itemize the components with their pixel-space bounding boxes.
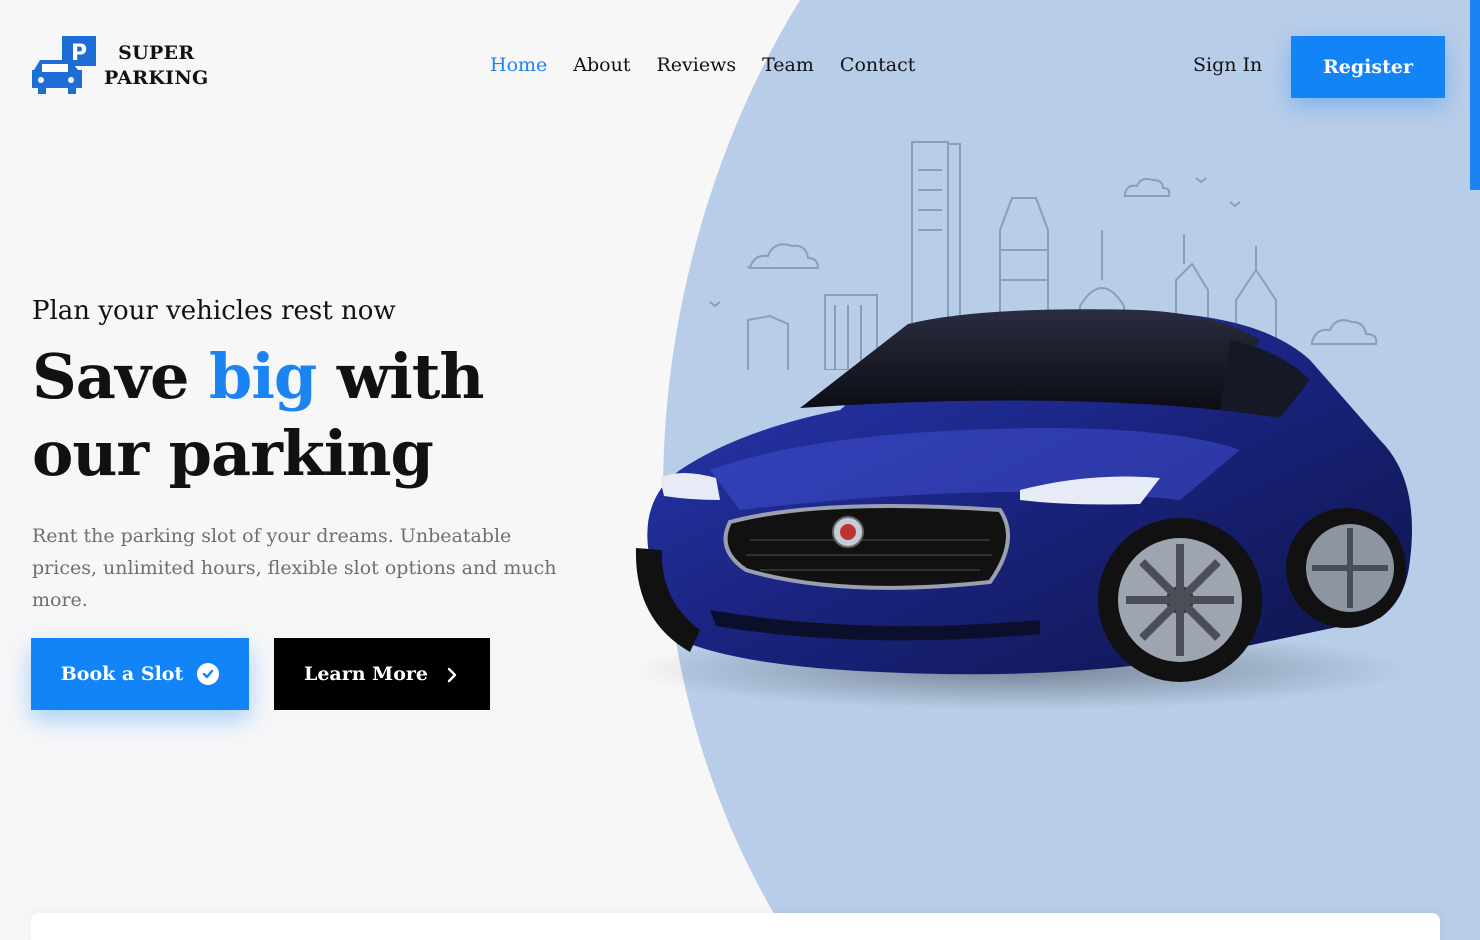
- book-slot-button[interactable]: Book a Slot: [31, 638, 249, 710]
- car-image: [630, 309, 1412, 710]
- nav-contact[interactable]: Contact: [840, 54, 915, 76]
- nav-home[interactable]: Home: [490, 54, 547, 76]
- features-card: [31, 913, 1440, 940]
- svg-text:P: P: [71, 41, 87, 66]
- nav-about[interactable]: About: [573, 54, 630, 76]
- brand-name: SUPER PARKING: [104, 41, 209, 91]
- scrollbar-thumb[interactable]: [1470, 0, 1480, 190]
- main-nav: Home About Reviews Team Contact: [490, 54, 915, 76]
- learn-more-button[interactable]: Learn More: [274, 638, 490, 710]
- brand-name-line2: PARKING: [104, 67, 209, 89]
- headline-highlight: big: [209, 340, 317, 413]
- book-slot-label: Book a Slot: [60, 663, 184, 685]
- brand-name-line1: SUPER: [118, 42, 195, 64]
- register-button[interactable]: Register: [1291, 36, 1445, 98]
- check-circle-icon: [197, 663, 220, 685]
- parking-car-icon: P: [30, 36, 98, 96]
- hero-section: Plan your vehicles rest now Save big wit…: [32, 296, 612, 616]
- hero-headline: Save big with our parking: [32, 338, 612, 492]
- site-header: P SUPER PARKING Home About Reviews Team …: [0, 0, 1480, 135]
- chevron-right-icon: [444, 666, 460, 683]
- sign-in-link[interactable]: Sign In: [1193, 54, 1262, 76]
- brand-logo[interactable]: P SUPER PARKING: [30, 36, 209, 96]
- hero-description: Rent the parking slot of your dreams. Un…: [32, 525, 557, 611]
- hero-tagline: Plan your vehicles rest now: [32, 296, 396, 326]
- headline-part1: Save: [32, 340, 210, 413]
- nav-team[interactable]: Team: [762, 54, 814, 76]
- learn-more-label: Learn More: [303, 663, 428, 685]
- nav-reviews[interactable]: Reviews: [656, 54, 736, 76]
